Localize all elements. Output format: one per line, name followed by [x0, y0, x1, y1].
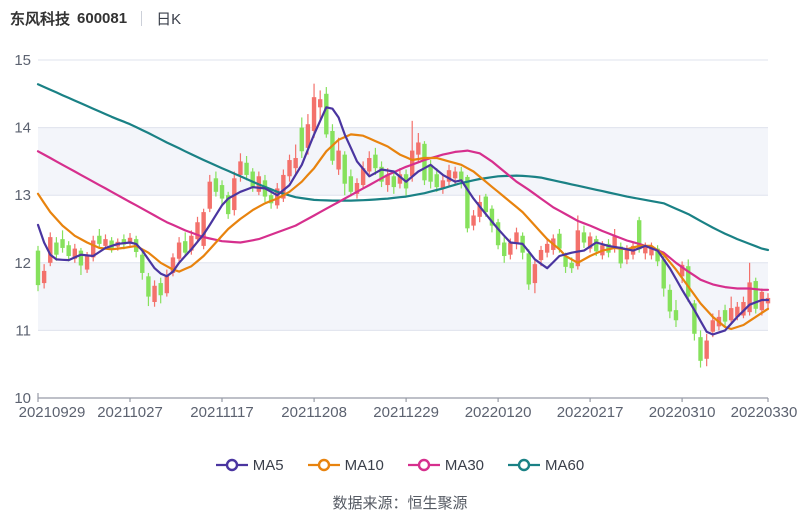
- data-source-note: 数据来源：恒生聚源: [0, 492, 800, 513]
- candle-body-down: [527, 253, 531, 284]
- candle-body-up: [287, 160, 291, 176]
- candle-body-down: [570, 263, 574, 268]
- candle-body-down: [244, 163, 248, 175]
- candle-body-up: [545, 244, 549, 253]
- candle-body-up: [312, 97, 316, 131]
- x-axis-tick-label: 20220330: [731, 404, 798, 421]
- legend-item-ma30[interactable]: MA30: [408, 457, 484, 474]
- candle-body-up: [318, 99, 322, 107]
- ma5-legend-marker-icon: [216, 457, 248, 473]
- candle-body-up: [367, 158, 371, 172]
- x-axis-tick-label: 20220217: [557, 404, 624, 421]
- candle-body-up: [416, 142, 420, 154]
- candle-body-up: [508, 243, 512, 255]
- candle-body-up: [533, 264, 537, 283]
- candle-body-down: [668, 290, 672, 312]
- plot-band: [38, 128, 768, 196]
- legend-label: MA60: [545, 457, 584, 474]
- x-axis-tick-label: 20211117: [190, 404, 253, 421]
- candle-body-down: [484, 197, 488, 213]
- ma10-legend-marker-icon: [308, 457, 340, 473]
- chart-legend: MA5 MA10 MA30 MA60: [0, 452, 800, 478]
- candle-body-up: [103, 239, 107, 246]
- candle-body-down: [465, 177, 469, 228]
- legend-item-ma10[interactable]: MA10: [308, 457, 384, 474]
- candle-body-down: [723, 310, 727, 321]
- candle-body-down: [97, 236, 101, 244]
- candle-body-down: [754, 281, 758, 309]
- y-axis-tick-label: 14: [14, 120, 31, 137]
- y-axis-tick-label: 11: [15, 322, 31, 339]
- legend-item-ma60[interactable]: MA60: [508, 457, 584, 474]
- candle-body-down: [214, 178, 218, 192]
- candle-body-up: [177, 243, 181, 259]
- candle-body-down: [183, 241, 187, 252]
- candle-body-down: [502, 243, 506, 257]
- candle-body-up: [704, 341, 708, 359]
- candle-body-up: [238, 161, 242, 175]
- candle-body-up: [471, 215, 475, 225]
- candle-body-down: [36, 251, 40, 285]
- candle-body-down: [582, 232, 586, 242]
- candle-body-up: [293, 158, 297, 168]
- candle-body-down: [698, 337, 702, 361]
- y-axis-tick-label: 12: [14, 255, 31, 272]
- kline-chart-canvas[interactable]: 1514131211102021092920211027202111172021…: [0, 0, 800, 436]
- candle-body-up: [539, 250, 543, 260]
- candle-body-up: [729, 308, 733, 320]
- candle-body-down: [79, 251, 83, 266]
- x-axis-tick-label: 20220310: [649, 404, 716, 421]
- legend-label: MA5: [253, 457, 284, 474]
- candle-body-down: [392, 176, 396, 187]
- x-axis-tick-label: 20211229: [373, 404, 439, 421]
- candle-body-up: [625, 249, 629, 259]
- candle-body-down: [66, 245, 70, 256]
- x-axis-tick-label: 20210929: [19, 404, 86, 421]
- candle-body-down: [422, 144, 426, 181]
- candle-body-down: [557, 234, 561, 249]
- x-axis-tick-label: 20211208: [281, 404, 347, 421]
- candle-body-down: [220, 185, 224, 199]
- candle-body-up: [711, 320, 715, 331]
- candle-body-down: [349, 176, 353, 192]
- x-axis-tick-label: 20211027: [97, 404, 163, 421]
- candle-body-up: [165, 275, 169, 293]
- candle-body-down: [140, 255, 144, 273]
- kline-screen: 东风科技 600081 日K 1514131211102021092920211…: [0, 0, 800, 517]
- candle-body-up: [336, 151, 340, 170]
- candle-body-up: [42, 271, 46, 283]
- legend-label: MA10: [345, 457, 384, 474]
- candle-body-down: [594, 239, 598, 251]
- candle-body-up: [85, 256, 89, 270]
- candle-body-down: [158, 283, 162, 295]
- candle-body-down: [251, 172, 255, 188]
- candle-body-down: [54, 243, 58, 255]
- candle-body-down: [373, 155, 377, 169]
- candle-body-down: [146, 276, 150, 296]
- candle-body-up: [453, 172, 457, 179]
- candle-body-up: [201, 212, 205, 246]
- candle-body-down: [674, 310, 678, 320]
- ma60-legend-marker-icon: [508, 457, 540, 473]
- candle-body-down: [300, 128, 304, 152]
- legend-label: MA30: [445, 457, 484, 474]
- candle-body-down: [343, 155, 347, 184]
- candle-body-down: [662, 259, 666, 288]
- x-axis-tick-label: 20220120: [465, 404, 532, 421]
- legend-item-ma5[interactable]: MA5: [216, 457, 284, 474]
- candle-body-down: [60, 239, 64, 248]
- ma30-legend-marker-icon: [408, 457, 440, 473]
- y-axis-tick-label: 15: [14, 52, 31, 69]
- candle-body-up: [208, 182, 212, 209]
- candle-body-up: [152, 286, 156, 302]
- candle-body-down: [324, 94, 328, 135]
- y-axis-tick-label: 13: [14, 187, 31, 204]
- candle-body-down: [435, 174, 439, 187]
